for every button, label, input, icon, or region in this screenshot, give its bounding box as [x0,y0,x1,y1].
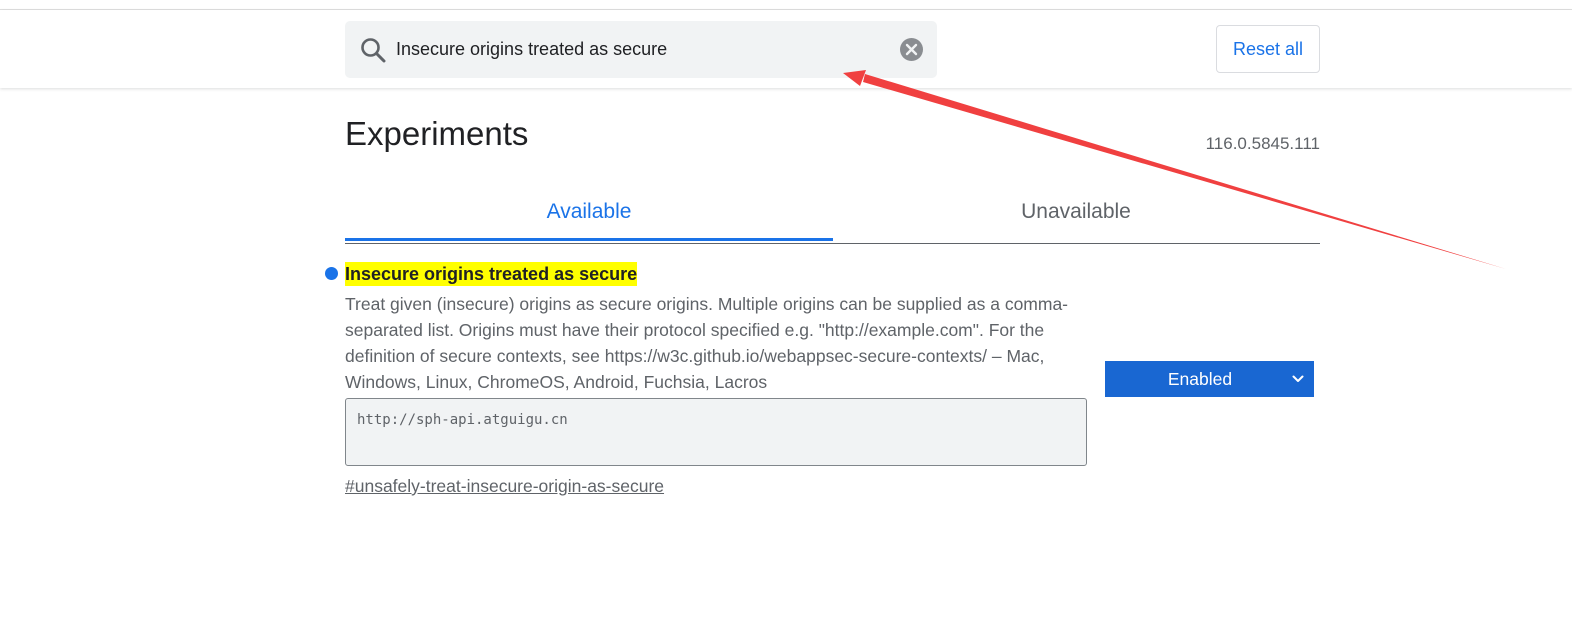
header-bar: Reset all [0,10,1572,88]
experiment-title: Insecure origins treated as secure [345,262,638,286]
experiment-description: Treat given (insecure) origins as secure… [345,294,1069,392]
experiment-permalink[interactable]: #unsafely-treat-insecure-origin-as-secur… [345,475,664,497]
tab-available-label: Available [546,200,632,223]
version-label: 116.0.5845.111 [1205,134,1320,153]
search-icon [361,38,386,63]
tab-available[interactable]: Available [345,186,833,241]
tabs-divider [345,243,1320,244]
modified-indicator-dot [325,267,338,280]
tab-unavailable[interactable]: Unavailable [832,186,1320,241]
origins-input[interactable]: http://sph-api.atguigu.cn [345,398,1087,466]
select-value: Enabled [1167,369,1233,389]
close-icon[interactable] [900,38,923,61]
reset-all-button[interactable]: Reset all [1216,25,1320,73]
page-title: Experiments [345,115,529,152]
tab-bar: Available Unavailable [345,186,1320,244]
search-input[interactable] [396,21,886,78]
tab-selected-indicator [345,238,833,241]
chevron-down-icon [1292,375,1304,382]
experiment-state-select[interactable]: Enabled [1105,361,1314,397]
tab-unavailable-label: Unavailable [1021,200,1131,223]
search-box[interactable] [345,21,937,78]
